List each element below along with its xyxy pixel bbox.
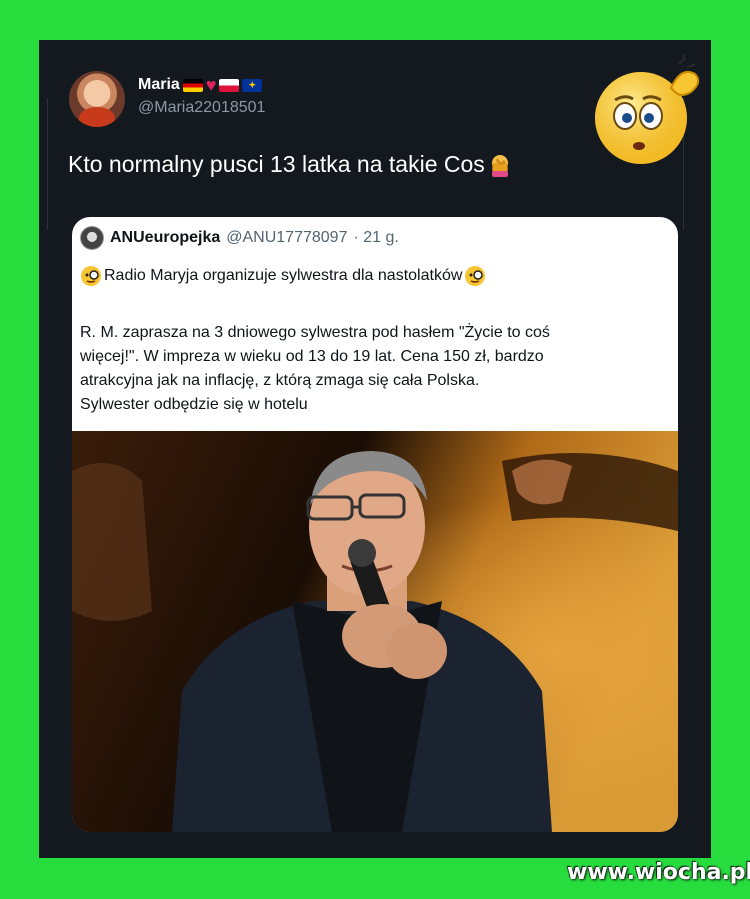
face-with-monocle-icon — [465, 266, 486, 286]
tweet-text-content: Kto normalny pusci 13 latka na takie Cos — [68, 151, 485, 177]
quoted-tweet[interactable]: ANUeuropejka @ANU17778097 · 21 g. Radio … — [72, 217, 678, 832]
quoted-headline-text: Radio Maryja organizuje sylwestra dla na… — [104, 267, 463, 284]
tweet-text: Kto normalny pusci 13 latka na takie Cos — [68, 151, 511, 178]
thread-divider-left — [47, 98, 48, 230]
author-name-row[interactable]: Maria ♥ — [138, 75, 263, 95]
flag-germany-icon — [182, 78, 203, 92]
confused-scratching-head-emoji — [595, 54, 700, 164]
flag-eu-icon — [242, 78, 263, 92]
flag-poland-icon — [219, 78, 240, 92]
quoted-author-name[interactable]: ANUeuropejka — [110, 229, 220, 247]
author-handle[interactable]: @Maria22018501 — [138, 99, 265, 117]
heart-icon: ♥ — [205, 75, 217, 95]
avatar[interactable] — [69, 71, 125, 127]
quoted-avatar[interactable] — [80, 226, 104, 250]
quoted-author-handle[interactable]: @ANU17778097 — [226, 229, 347, 247]
site-watermark: www.wiocha.pl — [567, 860, 750, 885]
author-name: Maria — [138, 76, 180, 93]
face-with-monocle-icon — [81, 266, 101, 286]
quoted-time[interactable]: · 21 g. — [353, 229, 398, 247]
person-facepalming-icon — [491, 154, 508, 177]
tweet-card: Maria ♥ @Maria22018501 Kto normalny pusc… — [39, 40, 711, 858]
man-with-microphone-on-stage-photo[interactable] — [72, 431, 678, 832]
quoted-body-text: R. M. zaprasza na 3 dniowego sylwestra p… — [80, 324, 550, 413]
quoted-headline: Radio Maryja organizuje sylwestra dla na… — [80, 265, 486, 287]
quoted-tweet-header: ANUeuropejka @ANU17778097 · 21 g. — [80, 226, 399, 250]
